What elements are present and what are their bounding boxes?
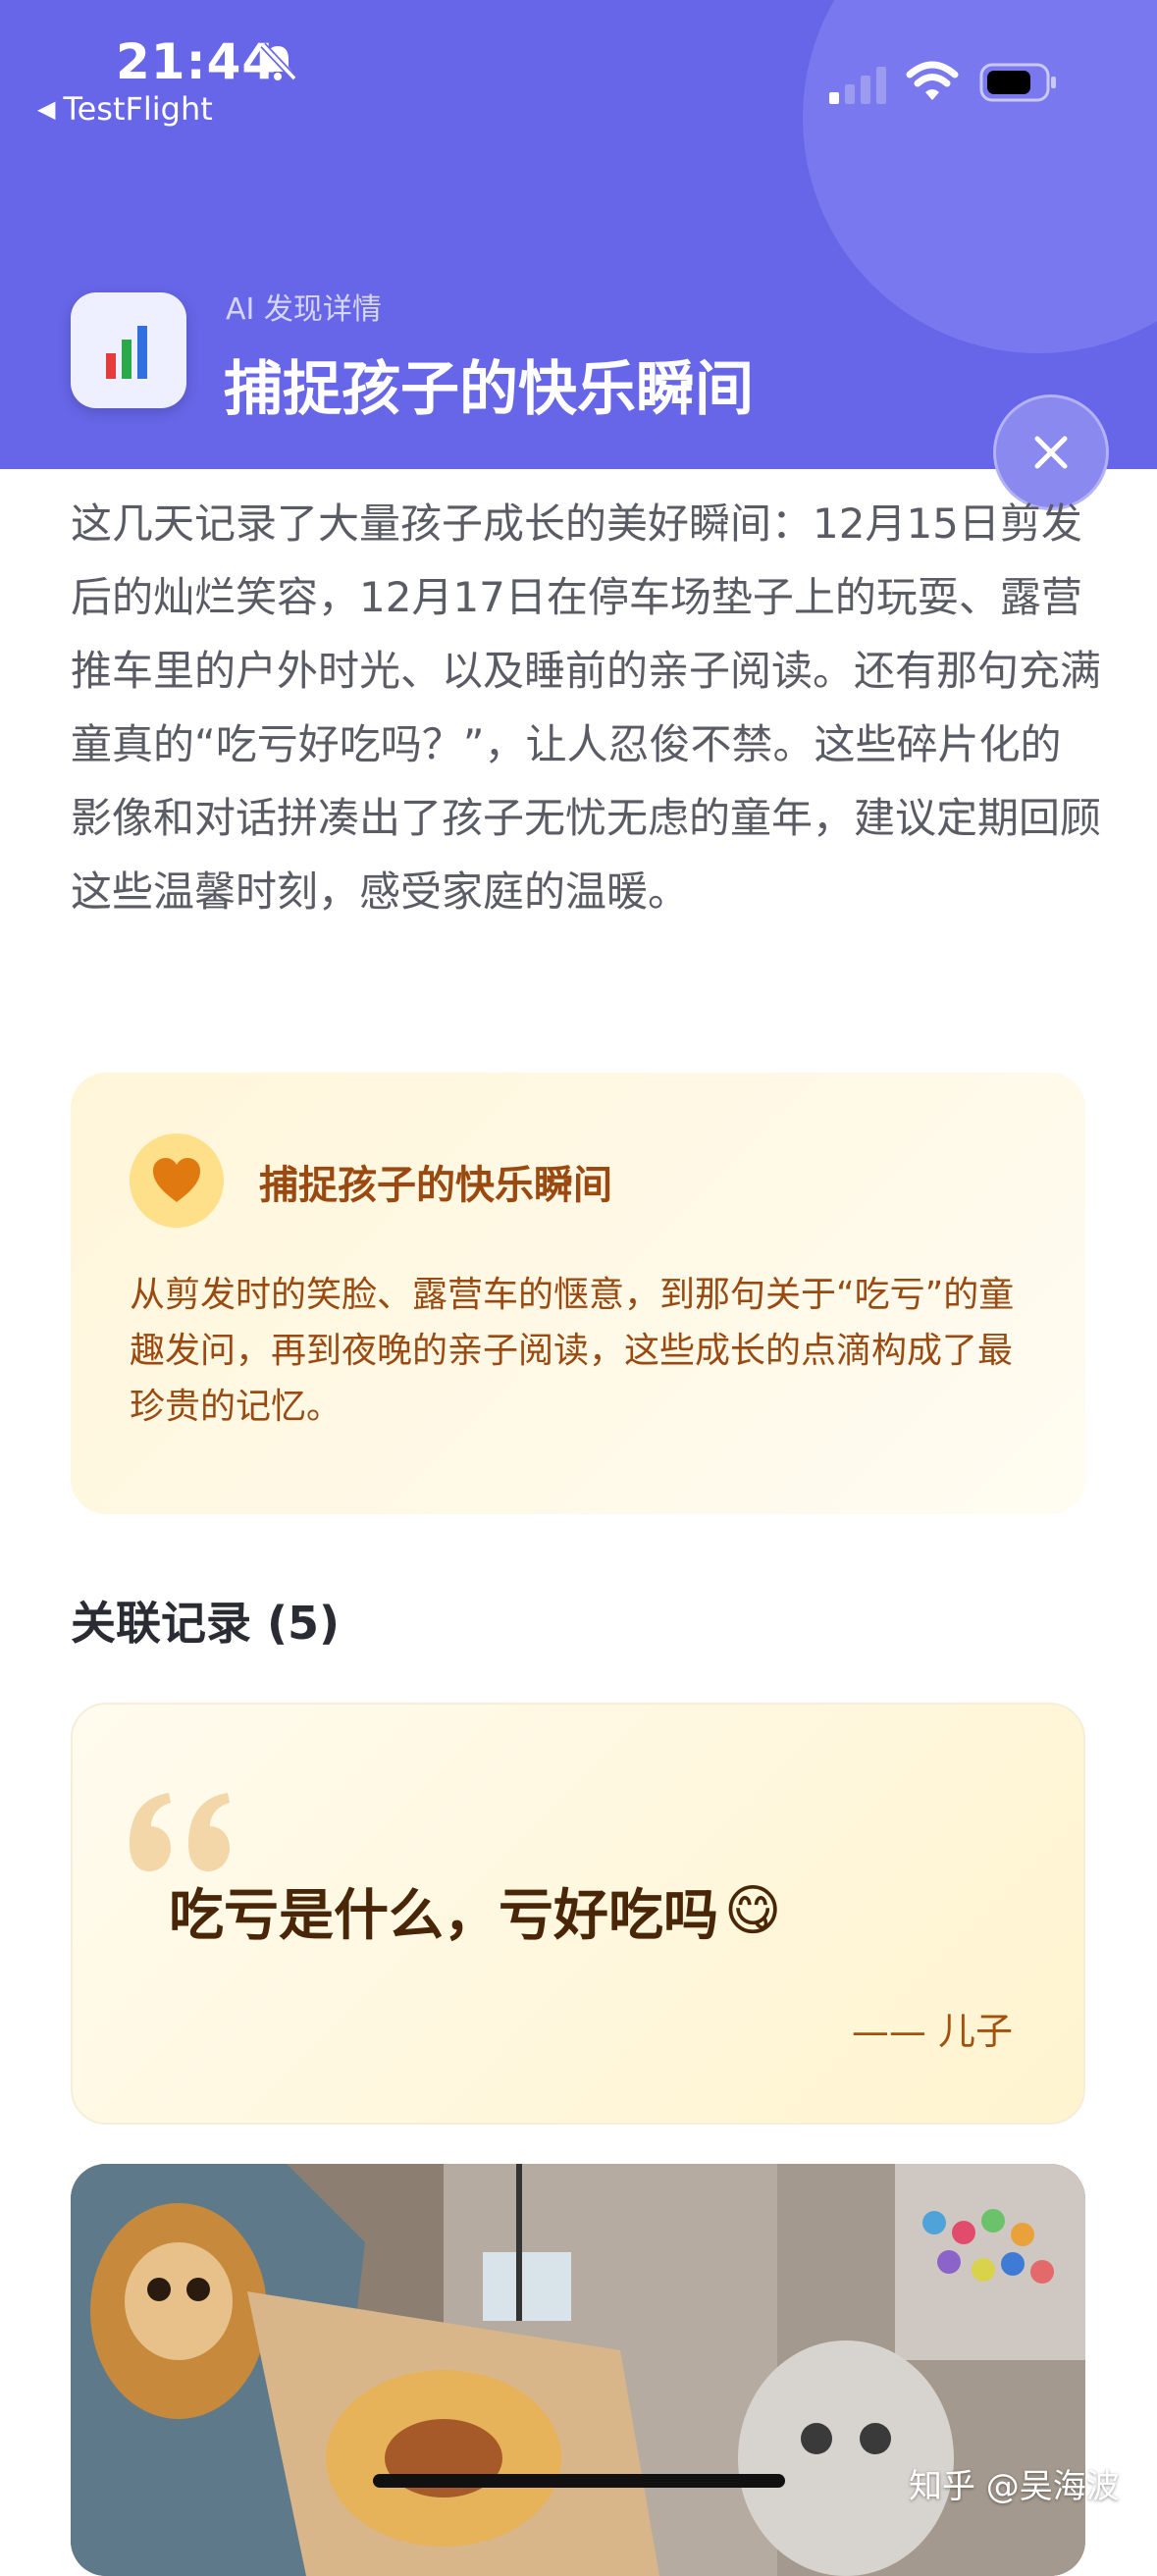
wifi-icon — [906, 61, 959, 100]
discovery-description: 这几天记录了大量孩子成长的美好瞬间：12月15日剪发后的灿烂笑容，12月17日在… — [71, 499, 1102, 916]
yum-emoji: 😋 — [724, 1879, 782, 1943]
page-title: 捕捉孩子的快乐瞬间 — [224, 355, 754, 424]
back-to-testflight[interactable]: ◀ TestFlight — [37, 90, 213, 128]
quote-record-card[interactable]: 吃亏是什么，亏好吃吗 😋 —— 儿子 — [71, 1703, 1085, 2125]
decorative-circle — [803, 0, 1157, 353]
back-arrow-icon: ◀ — [37, 95, 56, 123]
signal-icon — [829, 67, 886, 104]
quote-author: —— 儿子 — [851, 2010, 1013, 2053]
related-records-title: 关联记录 (5) — [71, 1597, 341, 1650]
battery-icon — [979, 63, 1056, 102]
detail-header: 21:44 ◀ TestFlight AI 发现详情 捕捉孩子的快乐瞬间 — [0, 0, 1157, 469]
bell-slash-icon — [260, 42, 297, 81]
status-time: 21:44 — [116, 33, 278, 90]
close-icon — [1034, 436, 1068, 469]
heart-icon — [153, 1158, 200, 1202]
bar-chart-icon — [106, 326, 147, 379]
quote-text: 吃亏是什么，亏好吃吗 😋 — [169, 1871, 781, 1951]
highlight-title: 捕捉孩子的快乐瞬间 — [259, 1163, 612, 1208]
photo-record-card[interactable] — [71, 2164, 1085, 2576]
home-indicator[interactable] — [373, 2474, 785, 2488]
quote-content: 吃亏是什么，亏好吃吗 — [169, 1884, 718, 1948]
highlight-body: 从剪发时的笑脸、露营车的惬意，到那句关于“吃亏”的童趣发问，再到夜晚的亲子阅读，… — [130, 1275, 1015, 1427]
photo-thumbnail — [71, 2164, 1085, 2576]
app-icon — [71, 292, 186, 408]
quote-mark-icon — [130, 1793, 230, 1871]
header-subtitle: AI 发现详情 — [226, 292, 382, 327]
back-app-label: TestFlight — [63, 90, 213, 128]
highlight-card: 捕捉孩子的快乐瞬间 从剪发时的笑脸、露营车的惬意，到那句关于“吃亏”的童趣发问，… — [71, 1073, 1085, 1514]
heart-badge — [130, 1133, 224, 1228]
watermark: 知乎 @吴海波 — [909, 2467, 1120, 2506]
